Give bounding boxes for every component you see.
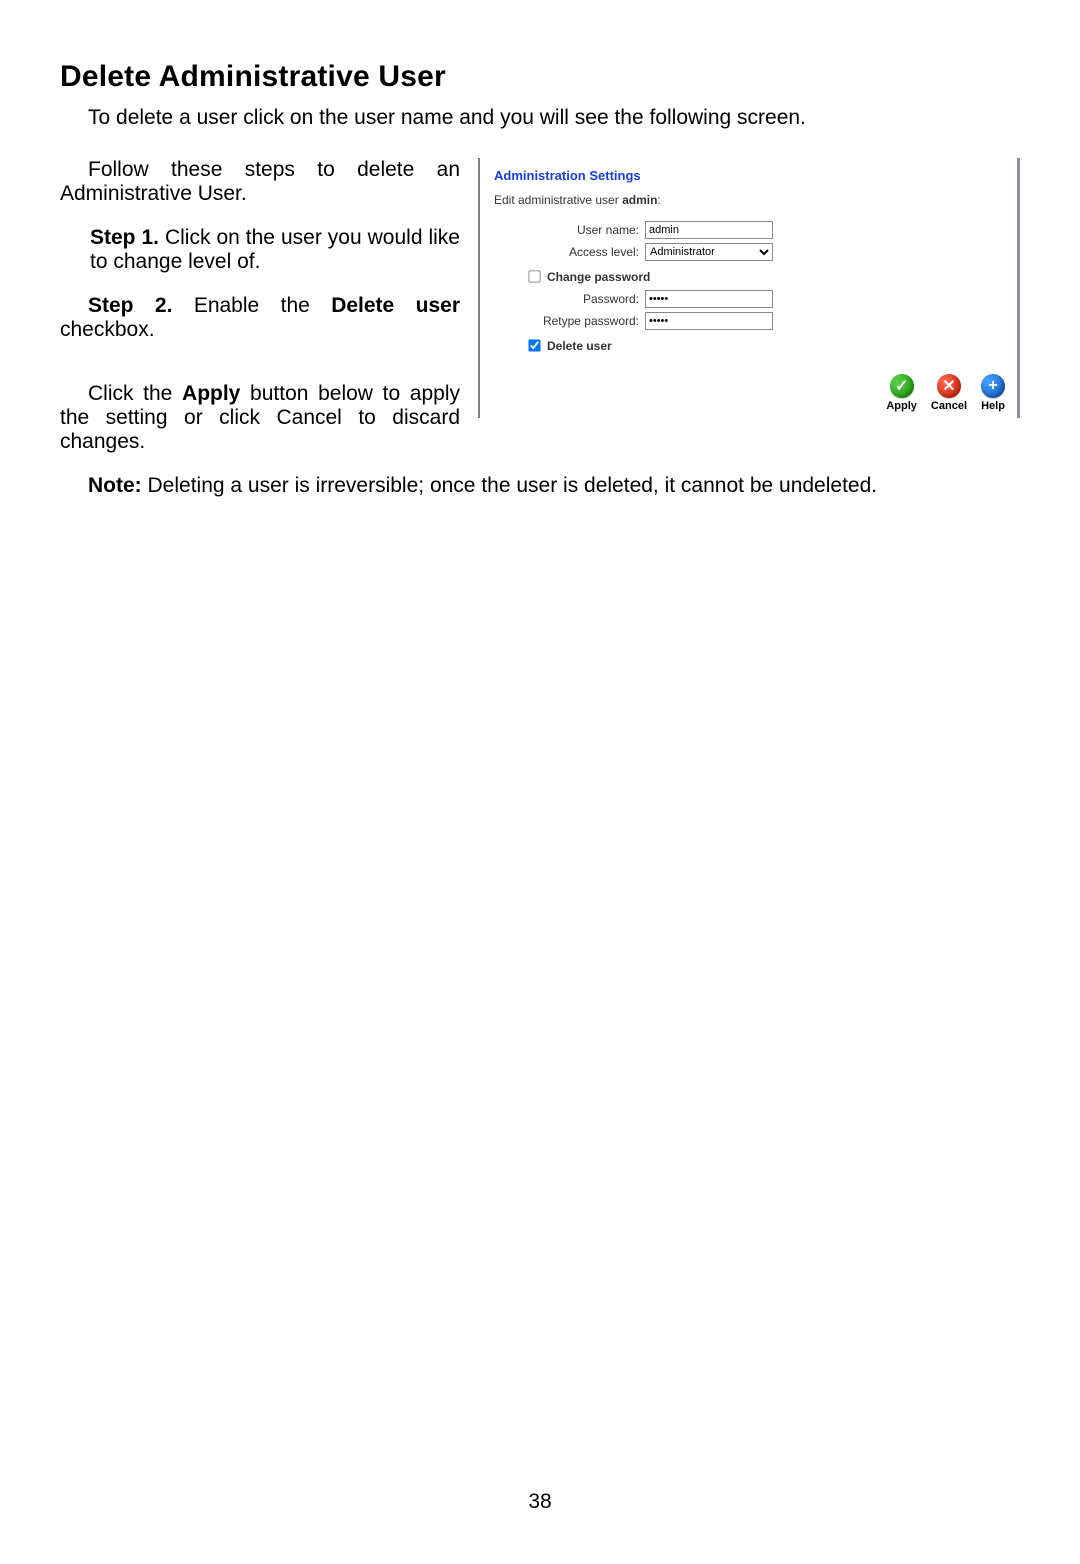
change-password-label: Change password <box>547 270 650 284</box>
password-label: Password: <box>534 292 645 306</box>
page-number: 38 <box>0 1490 1080 1514</box>
username-input[interactable] <box>645 221 773 239</box>
help-button[interactable]: + Help <box>981 374 1005 412</box>
settings-sub-user: admin <box>622 193 657 207</box>
cancel-button[interactable]: ✕ Cancel <box>931 374 967 412</box>
settings-sub-post: : <box>657 193 660 207</box>
username-label: User name: <box>534 223 645 237</box>
step-2-text-b: checkbox. <box>60 318 155 341</box>
note-label: Note: <box>88 474 142 497</box>
help-label: Help <box>981 400 1005 412</box>
delete-user-label: Delete user <box>547 339 612 353</box>
apply-para: Click the Apply button below to apply th… <box>60 382 460 454</box>
apply-button[interactable]: ✓ Apply <box>886 374 917 412</box>
help-icon: + <box>981 374 1005 398</box>
follow-text: Follow these steps to delete an Administ… <box>60 158 460 206</box>
note-para: Note: Deleting a user is irreversible; o… <box>60 474 1020 498</box>
change-password-checkbox[interactable] <box>528 270 540 282</box>
cancel-label: Cancel <box>931 400 967 412</box>
delete-user-checkbox[interactable] <box>528 339 540 351</box>
step-2-bold-term: Delete user <box>331 294 460 317</box>
password-input[interactable] <box>645 290 773 308</box>
access-level-label: Access level: <box>534 245 645 259</box>
settings-sub-pre: Edit administrative user <box>494 193 622 207</box>
step-2-text-a: Enable the <box>172 294 331 317</box>
page-title: Delete Administrative User <box>60 60 1020 94</box>
cancel-icon: ✕ <box>937 374 961 398</box>
step-2-label: Step 2. <box>88 294 172 317</box>
note-text: Deleting a user is irreversible; once th… <box>142 474 877 497</box>
apply-icon: ✓ <box>890 374 914 398</box>
apply-bold: Apply <box>182 382 240 405</box>
access-level-select[interactable]: Administrator <box>645 243 773 261</box>
retype-password-input[interactable] <box>645 312 773 330</box>
apply-pre: Click the <box>88 382 182 405</box>
step-2: Step 2. Enable the Delete user checkbox. <box>60 294 460 342</box>
apply-label: Apply <box>886 400 917 412</box>
settings-title: Administration Settings <box>494 168 1003 183</box>
settings-screenshot: Administration Settings Edit administrat… <box>478 158 1020 418</box>
settings-subtitle: Edit administrative user admin: <box>494 193 1003 207</box>
retype-password-label: Retype password: <box>534 314 645 328</box>
step-1: Step 1. Click on the user you would like… <box>90 226 460 274</box>
step-1-label: Step 1. <box>90 226 159 249</box>
intro-text: To delete a user click on the user name … <box>88 106 1020 130</box>
